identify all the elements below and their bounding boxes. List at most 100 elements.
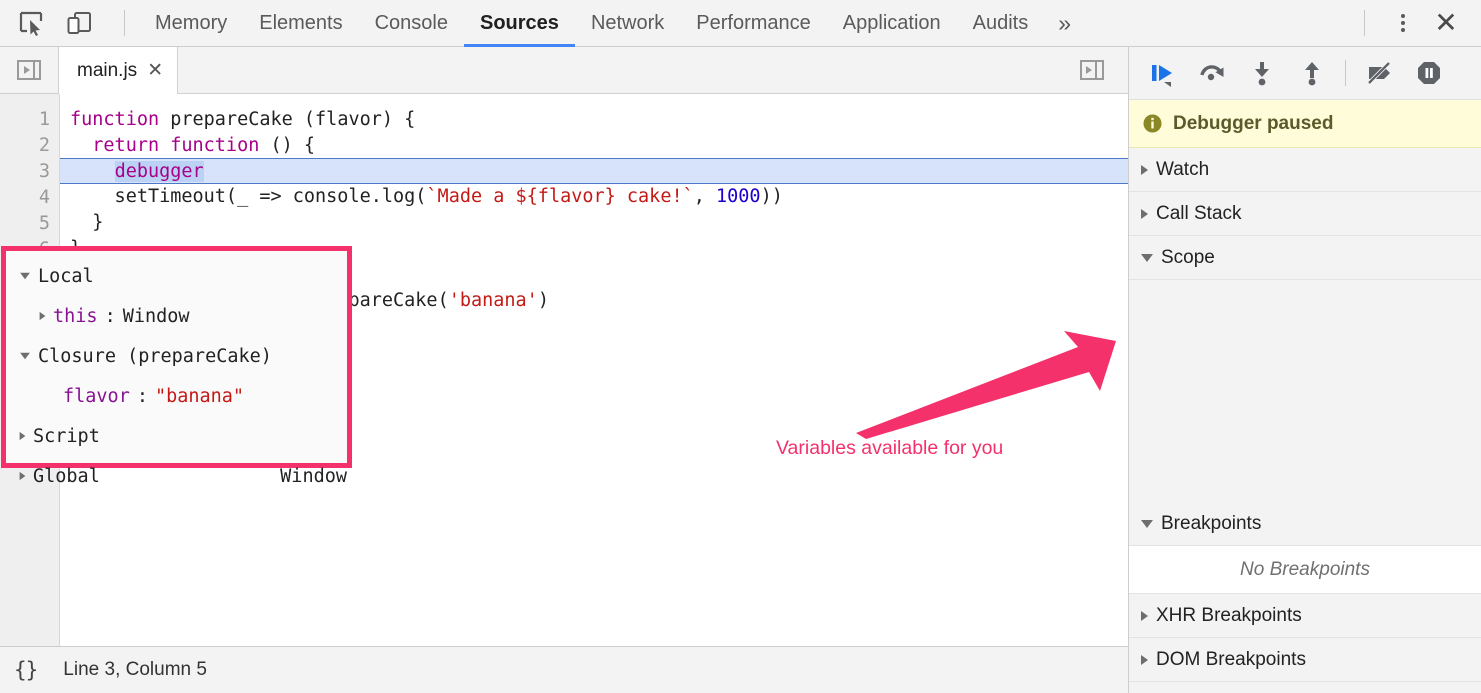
sidebar-section-scope[interactable]: Scope	[1129, 236, 1481, 280]
chevron-down-icon[interactable]	[20, 353, 30, 360]
chevron-right-icon[interactable]	[20, 432, 26, 440]
pause-on-exceptions-button[interactable]	[1406, 51, 1452, 95]
step-into-button[interactable]	[1239, 51, 1285, 95]
scope-variable-name: this	[53, 306, 98, 327]
scope-row[interactable]: Local	[6, 256, 347, 296]
scope-tree-spacer	[1129, 280, 1481, 502]
chevron-right-icon[interactable]	[40, 312, 46, 320]
scope-separator: :	[137, 386, 148, 407]
line-number[interactable]: 4	[0, 185, 59, 211]
scope-row[interactable]: this: Window	[6, 296, 347, 336]
code-token	[70, 135, 92, 156]
scope-row[interactable]: GlobalWindow	[6, 456, 347, 496]
devtools-tab-list: Memory Elements Console Sources Network …	[139, 0, 1085, 47]
tab-memory[interactable]: Memory	[139, 0, 243, 47]
sidebar-section-breakpoints[interactable]: Breakpoints	[1129, 502, 1481, 546]
code-token: )	[538, 290, 549, 311]
tab-network[interactable]: Network	[575, 0, 680, 47]
tab-application[interactable]: Application	[827, 0, 957, 47]
code-line[interactable]: debugger	[60, 158, 1128, 184]
tab-elements[interactable]: Elements	[243, 0, 358, 47]
step-out-button[interactable]	[1289, 51, 1335, 95]
resume-script-execution-button[interactable]	[1139, 51, 1185, 95]
code-token: 1000	[716, 186, 761, 207]
code-token: }	[70, 212, 103, 233]
info-icon	[1143, 114, 1162, 133]
line-number[interactable]: 5	[0, 211, 59, 237]
tab-performance[interactable]: Performance	[680, 0, 827, 47]
toolbar-left-icons	[0, 6, 139, 40]
debugger-paused-label: Debugger paused	[1173, 113, 1333, 135]
more-tabs-button[interactable]: »	[1044, 0, 1085, 47]
scope-tree[interactable]: Localthis: WindowClosure (prepareCake)fl…	[6, 251, 347, 496]
editor-status-bar: {} Line 3, Column 5	[0, 646, 1128, 693]
scope-variable-name: flavor	[63, 386, 130, 407]
sidebar-section-label: DOM Breakpoints	[1156, 649, 1306, 671]
sidebar-section-label: Call Stack	[1156, 203, 1242, 225]
scope-variable-value: Window	[123, 306, 190, 327]
scope-variable-name: Closure (prepareCake)	[38, 346, 272, 367]
debugger-controls	[1129, 47, 1481, 100]
code-line[interactable]: return function () {	[60, 133, 1128, 159]
sidebar-section-dom-breakpoints[interactable]: DOM Breakpoints	[1129, 638, 1481, 682]
code-line[interactable]: function prepareCake (flavor) {	[60, 107, 1128, 133]
toolbar-right-icons: ✕	[1350, 4, 1481, 42]
tab-console[interactable]: Console	[359, 0, 464, 47]
scope-row[interactable]: Script	[6, 416, 347, 456]
devtools-window: Memory Elements Console Sources Network …	[0, 0, 1481, 693]
code-token: ,	[694, 186, 716, 207]
devtools-toolbar: Memory Elements Console Sources Network …	[0, 0, 1481, 47]
line-number[interactable]: 3	[0, 159, 59, 185]
editor-tabstrip: main.js ✕	[0, 47, 1128, 94]
debugger-sidebar: Debugger paused Watch Call Stack Scope B…	[1128, 47, 1481, 693]
kebab-menu-icon[interactable]	[1385, 5, 1421, 41]
tab-audits[interactable]: Audits	[957, 0, 1045, 47]
scope-separator: :	[105, 306, 116, 327]
show-debugger-sidebar-icon[interactable]	[1072, 50, 1112, 90]
code-line[interactable]: setTimeout(_ => console.log(`Made a ${fl…	[60, 184, 1128, 210]
scope-variable-value: "banana"	[155, 386, 244, 407]
chevron-right-icon	[1141, 209, 1148, 219]
line-number[interactable]: 2	[0, 133, 59, 159]
toolbar-divider	[124, 10, 125, 36]
code-token: debugger	[115, 161, 204, 182]
scope-row[interactable]: Closure (prepareCake)	[6, 336, 347, 376]
file-tab-main-js[interactable]: main.js ✕	[58, 47, 178, 94]
chevron-right-icon[interactable]	[20, 472, 26, 480]
tab-sources[interactable]: Sources	[464, 0, 575, 47]
line-number[interactable]: 1	[0, 107, 59, 133]
chevron-down-icon[interactable]	[20, 273, 30, 280]
file-tab-close-icon[interactable]: ✕	[147, 61, 163, 80]
device-toolbar-icon[interactable]	[62, 6, 96, 40]
chevron-right-icon	[1141, 611, 1148, 621]
file-tab-label: main.js	[77, 60, 137, 82]
code-token: return function	[92, 135, 259, 156]
annotation-label: Variables available for you	[776, 437, 1003, 460]
code-line[interactable]: }	[60, 210, 1128, 236]
code-token: ))	[761, 186, 783, 207]
sidebar-section-label: Watch	[1156, 159, 1209, 181]
step-over-button[interactable]	[1189, 51, 1235, 95]
close-icon[interactable]: ✕	[1427, 4, 1465, 42]
deactivate-breakpoints-button[interactable]	[1356, 51, 1402, 95]
debugger-controls-divider	[1345, 60, 1346, 86]
show-navigator-icon[interactable]	[0, 47, 58, 93]
pretty-print-icon[interactable]: {}	[14, 658, 37, 682]
inspect-element-icon[interactable]	[14, 6, 48, 40]
sidebar-section-call-stack[interactable]: Call Stack	[1129, 192, 1481, 236]
sidebar-section-watch[interactable]: Watch	[1129, 148, 1481, 192]
chevron-right-icon	[1141, 165, 1148, 175]
sidebar-section-label: Breakpoints	[1161, 513, 1261, 535]
code-token: function	[70, 109, 159, 130]
chevron-right-icon	[1141, 655, 1148, 665]
toolbar-divider-right	[1364, 10, 1365, 36]
scope-row[interactable]: flavor: "banana"	[6, 376, 347, 416]
editor-tabstrip-right	[1072, 47, 1128, 93]
code-token: prepareCake (flavor) {	[159, 109, 415, 130]
scope-variable-name: Global	[33, 466, 100, 487]
code-token: () {	[259, 135, 315, 156]
sidebar-section-xhr-breakpoints[interactable]: XHR Breakpoints	[1129, 594, 1481, 638]
sidebar-section-label: Scope	[1161, 247, 1215, 269]
code-token: 'banana'	[449, 290, 538, 311]
chevron-down-icon	[1141, 254, 1153, 262]
